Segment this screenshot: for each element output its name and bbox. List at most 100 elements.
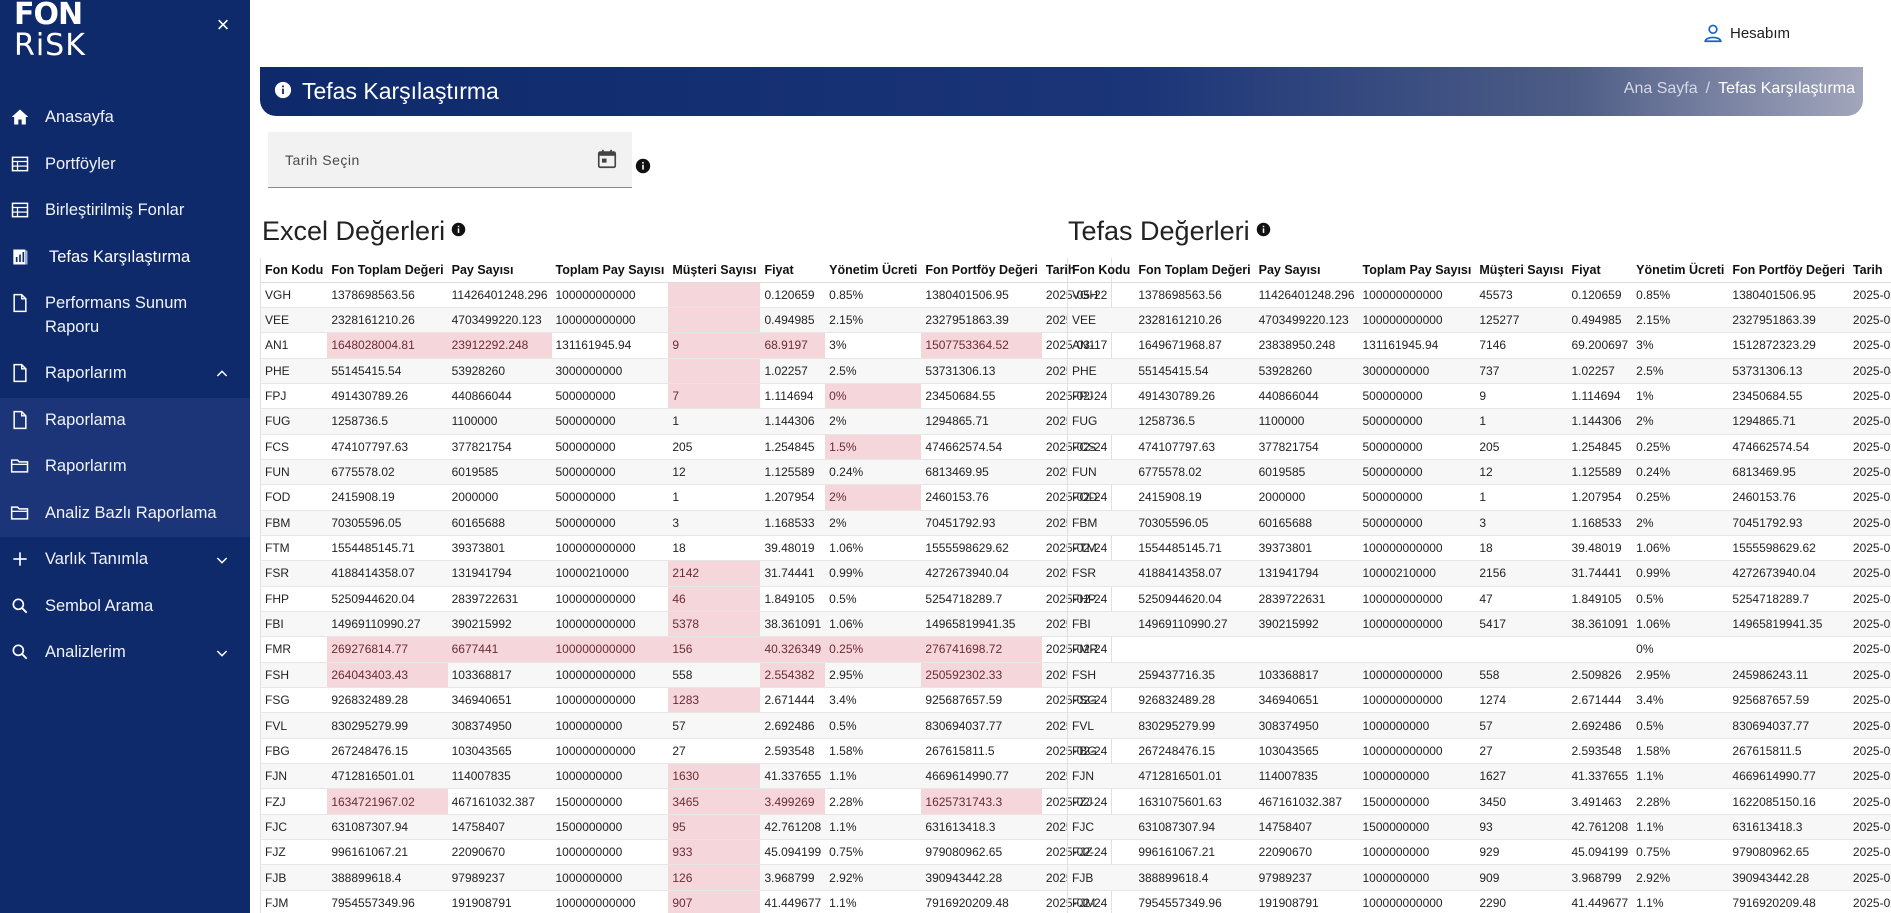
column-header[interactable]: Toplam Pay Sayısı	[1358, 258, 1476, 283]
table-cell: 7954557349.96	[1134, 890, 1255, 913]
table-cell: 3.968799	[1567, 864, 1633, 891]
table-cell: 5254718289.7	[1728, 586, 1849, 612]
table-cell: 100000000000	[551, 636, 669, 663]
table-cell: 41.337655	[760, 763, 826, 790]
table-cell: FSH	[1068, 662, 1135, 689]
sidebar-item-varlık-tanımla-9[interactable]: Varlık Tanımla	[0, 537, 250, 584]
table-cell: 1634721967.02	[327, 788, 448, 815]
table-cell: 308374950	[1254, 712, 1359, 739]
table-cell: FUN	[261, 459, 328, 486]
column-header[interactable]: Fiyat	[760, 258, 826, 283]
sidebar-item-performans-sunum-raporu-4[interactable]: Performans Sunum Raporu	[0, 281, 250, 351]
table-cell: 100000000000	[551, 890, 669, 913]
sidebar-item-analiz-bazlı-raporlama-8[interactable]: Analiz Bazlı Raporlama	[0, 491, 250, 538]
table-cell: 7	[668, 383, 761, 410]
table-cell: 346940651	[447, 687, 552, 714]
column-header[interactable]: Tarih	[1848, 258, 1891, 283]
table-cell: 390943442.28	[921, 864, 1042, 891]
column-header[interactable]: Yönetim Ücreti	[825, 258, 922, 283]
chevron-up-icon[interactable]	[214, 366, 230, 382]
table-cell: 2025-02-24	[1848, 662, 1891, 689]
table-cell: 114007835	[447, 763, 552, 790]
account-menu[interactable]: Hesabım	[1702, 22, 1790, 44]
sidebar-item-tefas-karşılaştırma-3[interactable]: Tefas Karşılaştırma	[0, 235, 250, 282]
table-cell: 267615811.5	[921, 738, 1042, 765]
table-cell: 250592302.33	[921, 662, 1042, 689]
logo-text-top: FON	[14, 0, 83, 32]
table-cell: 39373801	[447, 535, 552, 562]
sidebar-item-raporlarım-5[interactable]: Raporlarım	[0, 351, 250, 398]
logo-text-bottom: RiSK	[14, 28, 86, 63]
table-cell: 100000000000	[1358, 535, 1476, 562]
table-cell: 2025-02-24	[1848, 636, 1891, 663]
table-cell: FJN	[1068, 763, 1135, 790]
column-header[interactable]: Müşteri Sayısı	[1475, 258, 1568, 283]
table-cell: FMR	[1068, 636, 1135, 663]
table-cell: FZJ	[1068, 788, 1135, 815]
column-header[interactable]: Yönetim Ücreti	[1632, 258, 1729, 283]
table-cell: 2.692486	[760, 712, 826, 739]
column-header[interactable]: Fon Toplam Değeri	[1134, 258, 1255, 283]
excel-values-table: Fon Kodu Fon Toplam Değeri Pay Sayısı Topla…	[260, 258, 1113, 913]
table-cell: 1.144306	[1567, 408, 1633, 435]
table-cell: 474662574.54	[1728, 434, 1849, 460]
sidebar-item-anasayfa-0[interactable]: Anasayfa	[0, 95, 250, 142]
breadcrumb-home-link[interactable]: Ana Sayfa	[1624, 80, 1698, 98]
table-cell: 2327951863.39	[921, 307, 1042, 334]
sidebar-item-analizlerim-11[interactable]: Analizlerim	[0, 630, 250, 677]
table-cell: 57	[668, 712, 761, 739]
column-header[interactable]: Fiyat	[1567, 258, 1633, 283]
column-header[interactable]: Fon Portföy Değeri	[1728, 258, 1849, 283]
page-title: Tefas Karşılaştırma	[302, 78, 499, 104]
table-cell: 14758407	[447, 814, 552, 841]
sidebar-item-raporlama-6[interactable]: Raporlama	[0, 398, 250, 445]
table-cell: 55145415.54	[1134, 358, 1255, 384]
table-cell: 2025-02-24	[1848, 687, 1891, 714]
table-cell: 0.25%	[1632, 484, 1729, 511]
table-cell: 4703499220.123	[447, 307, 552, 334]
sidebar-item-sembol-arama-10[interactable]: Sembol Arama	[0, 584, 250, 631]
excel-section-title: Excel Değerleri	[262, 214, 466, 248]
table-cell: 631613418.3	[1728, 814, 1849, 841]
date-info-icon[interactable]	[635, 158, 651, 174]
table-row: FBM 70305596.05 60165688 500000000 3 1.168533…	[1068, 510, 1891, 536]
table-cell: 23838950.248	[1254, 332, 1359, 359]
table-cell: 500000000	[551, 459, 669, 486]
close-sidebar-button[interactable]: ×	[212, 14, 234, 36]
table-cell: 1000000000	[1358, 864, 1476, 891]
tefas-info-icon[interactable]	[1256, 222, 1271, 237]
table-cell: 1258736.5	[327, 408, 448, 435]
column-header[interactable]: Fon Kodu	[261, 258, 328, 283]
table-row: FOD 2415908.19 2000000 500000000 1 1.207954 0.…	[1068, 484, 1891, 511]
table-cell: AN1	[261, 332, 328, 359]
fonrisk-logo[interactable]: FON RiSK	[14, 0, 94, 68]
table-cell: FVL	[1068, 712, 1135, 739]
column-header[interactable]: Fon Toplam Değeri	[327, 258, 448, 283]
column-header[interactable]: Pay Sayısı	[1254, 258, 1359, 283]
column-header[interactable]: Fon Kodu	[1068, 258, 1135, 283]
table-cell: 631613418.3	[921, 814, 1042, 841]
table-cell: 100000000000	[1358, 586, 1476, 612]
table-cell: 0.85%	[1632, 282, 1729, 308]
table-cell: 1380401506.95	[1728, 282, 1849, 308]
table-row: FJM 7954557349.96 191908791 100000000000 907…	[261, 890, 1112, 913]
table-cell: 1000000000	[1358, 712, 1476, 739]
column-header[interactable]: Fon Portföy Değeri	[921, 258, 1042, 283]
column-header[interactable]: Pay Sayısı	[447, 258, 552, 283]
table-cell: FJN	[261, 763, 328, 790]
date-picker-field[interactable]: Tarih Seçin	[268, 132, 632, 188]
chevron-down-icon[interactable]	[214, 645, 230, 661]
column-header[interactable]: Toplam Pay Sayısı	[551, 258, 669, 283]
column-header[interactable]: Müşteri Sayısı	[668, 258, 761, 283]
chevron-down-icon[interactable]	[214, 552, 230, 568]
sidebar-item-raporlarım-7[interactable]: Raporlarım	[0, 444, 250, 491]
excel-info-icon[interactable]	[451, 222, 466, 237]
table-cell: 2839722631	[1254, 586, 1359, 612]
calendar-icon[interactable]	[596, 148, 618, 170]
sidebar-item-portföyler-1[interactable]: Portföyler	[0, 142, 250, 189]
table-cell: 100000000000	[1358, 890, 1476, 913]
table-cell: FUG	[1068, 408, 1135, 435]
table-cell: 1.849105	[760, 586, 826, 612]
table-cell: 2.593548	[1567, 738, 1633, 765]
sidebar-item-birleştirilmiş-fonlar-2[interactable]: Birleştirilmiş Fonlar	[0, 188, 250, 235]
